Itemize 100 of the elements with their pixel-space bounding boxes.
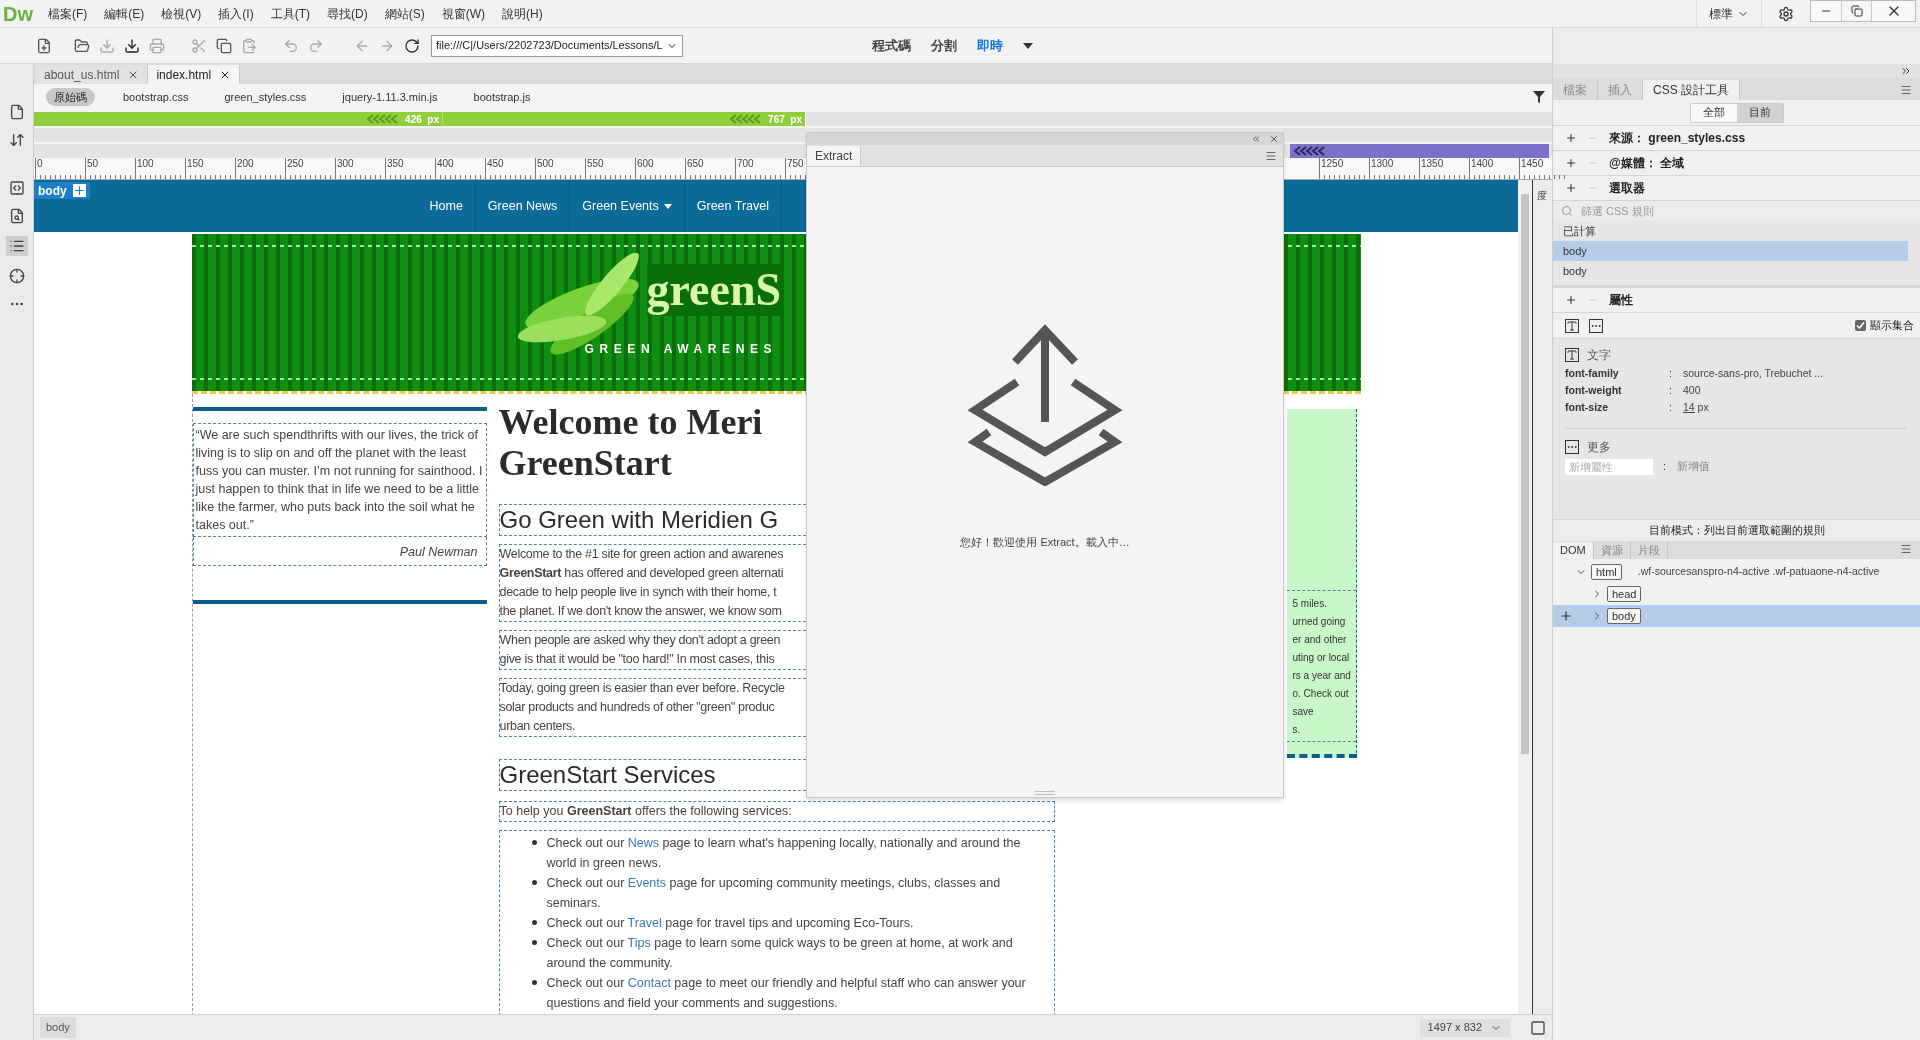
link[interactable]: Travel <box>627 916 662 930</box>
property-value[interactable]: 400 <box>1683 382 1701 399</box>
loading-message: 您好！歡迎使用 Extract。載入中… <box>960 535 1130 550</box>
quote-author: Paul Newman <box>399 545 478 559</box>
menu-item[interactable]: 網站(S) <box>384 4 425 23</box>
media-query-bar[interactable] <box>1290 144 1549 158</box>
menu-item[interactable]: 工具(T) <box>270 4 310 23</box>
view-button[interactable]: 即時 <box>977 35 1003 56</box>
link[interactable]: Events <box>627 876 666 890</box>
ruler-label: 700 <box>737 158 754 169</box>
add-icon[interactable] <box>1565 132 1577 144</box>
document-tab[interactable]: index.html <box>148 65 241 84</box>
link[interactable]: Tips <box>627 936 651 950</box>
ruler-label: 1300 <box>1371 158 1394 169</box>
panel-tab[interactable]: Extract <box>807 146 862 166</box>
menu-item[interactable]: 編輯(E) <box>104 4 145 23</box>
dom-tree-row[interactable]: body <box>1553 605 1920 627</box>
property-name: font-family <box>1565 365 1620 381</box>
menu-icon[interactable] <box>1900 543 1912 555</box>
related-file[interactable]: 原始碼 <box>46 87 95 107</box>
add-icon[interactable] <box>1565 182 1577 194</box>
view-button[interactable]: 程式碼 <box>872 35 911 56</box>
file-icon[interactable] <box>8 104 25 120</box>
tag-chip[interactable]: head <box>1607 586 1642 602</box>
workspace-switcher[interactable]: 標準 <box>1696 0 1761 27</box>
resize-grip[interactable] <box>1035 791 1055 795</box>
link[interactable]: Contact <box>627 976 671 990</box>
ruler-label: 250 <box>287 158 304 169</box>
expand-icon[interactable] <box>1900 65 1912 77</box>
menu-item[interactable]: 插入(I) <box>218 4 254 23</box>
preview-icon[interactable] <box>1530 1019 1546 1036</box>
add-icon[interactable] <box>1565 294 1577 306</box>
add-icon[interactable] <box>1565 157 1577 169</box>
collapse-icon[interactable] <box>1251 134 1261 144</box>
tag-chip[interactable]: body <box>40 1017 76 1038</box>
nav-link[interactable]: Green Travel <box>684 180 783 232</box>
related-file[interactable]: green_styles.css <box>216 87 315 107</box>
arrows-icon[interactable] <box>8 132 25 148</box>
ruler-label: 100 <box>137 158 154 169</box>
filter-field[interactable]: 篩選 CSS 規則 <box>1581 202 1723 220</box>
settings-icon[interactable] <box>1778 5 1794 22</box>
restore-icon <box>1850 5 1863 17</box>
folder-icon[interactable] <box>74 37 90 54</box>
dom-tree-row[interactable]: head <box>1553 583 1920 605</box>
tag-chip[interactable]: html <box>1591 564 1622 580</box>
window-size-dropdown[interactable]: 1497 x 832 <box>1419 1018 1510 1037</box>
list-tool[interactable] <box>5 236 28 256</box>
code-icon[interactable] <box>8 180 25 196</box>
side-label: 度 <box>1537 189 1547 203</box>
panel-tab[interactable]: CSS 設計工具 <box>1643 80 1740 100</box>
menu-item[interactable]: 說明(H) <box>502 4 543 23</box>
caret-icon[interactable] <box>1023 42 1033 49</box>
mode-note: 目前模式：列出目前選取範圍的規則 <box>1648 523 1825 539</box>
menu-icon[interactable] <box>1265 150 1277 162</box>
crosshair-icon[interactable] <box>8 268 25 284</box>
url-field[interactable]: file:///C|/Users/2202723/Documents/Lessons/L <box>431 34 683 57</box>
section-title[interactable]: 選取器 <box>1609 179 1645 197</box>
checkbox[interactable] <box>1855 320 1866 331</box>
related-file[interactable]: bootstrap.js <box>465 87 539 107</box>
menu-item[interactable]: 檔案(F) <box>48 4 88 23</box>
related-file[interactable]: jquery-1.11.3.min.js <box>334 87 446 107</box>
property-name-field[interactable]: 新增屬性 <box>1565 459 1653 475</box>
mode-toggle[interactable]: 目前 <box>1736 103 1783 122</box>
paragraph: Welcome to the #1 site for green action and awarenes GreenStart has offered and developed green alternati decade to help people live in synch with their home, t the planet. If we don't know the answer, we know som <box>499 546 785 620</box>
selector-item[interactable]: body <box>1553 241 1908 261</box>
selector-item[interactable]: body <box>1553 261 1908 281</box>
related-file[interactable]: bootstrap.css <box>115 87 197 107</box>
document-tab[interactable]: about_us.html <box>36 65 149 84</box>
bullet-icon <box>531 920 537 925</box>
selector-item[interactable]: 已計算 <box>1553 221 1908 241</box>
scrollbar[interactable] <box>1518 180 1532 1014</box>
text-icon[interactable] <box>1565 318 1579 333</box>
view-button[interactable]: 分割 <box>931 35 957 56</box>
property-value[interactable]: source-sans-pro, Trebuchet ... <box>1683 365 1824 382</box>
tag-badge[interactable]: body <box>34 182 90 199</box>
more-icon[interactable] <box>1589 318 1603 333</box>
app-logo: Dw <box>2 1 34 27</box>
dom-tree-row[interactable]: html .wf-sourcesanspro-n4-active .wf-patuaone-n4-active <box>1553 561 1920 583</box>
menu-item[interactable]: 尋找(D) <box>327 4 368 23</box>
list-item-text: Check out our Contact page to meet our friendly and helpful staff who can answer your questions and field your comments and suggestions. <box>546 975 1027 1012</box>
property-value[interactable]: 14 px <box>1683 399 1709 416</box>
menu-icon[interactable] <box>1900 84 1912 96</box>
paragraph: 5 miles. urned going er and other uting or local rs a year and o. Check out save s. <box>1291 597 1352 737</box>
add-icon[interactable] <box>1559 609 1573 623</box>
nav-link[interactable]: Green News <box>475 180 571 232</box>
filter-icon[interactable] <box>1533 91 1545 103</box>
nav-link[interactable]: Home <box>417 180 476 232</box>
download-icon[interactable] <box>124 37 140 54</box>
nav-link[interactable]: Green Events <box>570 180 685 232</box>
link[interactable]: News <box>627 836 660 850</box>
menu-item[interactable]: 視窗(W) <box>441 4 485 23</box>
tag-chip[interactable]: body <box>1607 608 1641 624</box>
menu-item[interactable]: 檢視(V) <box>161 4 202 23</box>
file-search-icon[interactable] <box>8 208 25 224</box>
section-title[interactable]: @媒體： 全域 <box>1609 154 1685 172</box>
refresh-icon[interactable] <box>404 37 420 54</box>
panel-tab[interactable]: DOM <box>1553 542 1594 559</box>
copy-icon[interactable] <box>216 37 232 54</box>
mode-toggle[interactable]: 全部 <box>1690 103 1737 122</box>
new-file-icon[interactable] <box>36 37 52 54</box>
